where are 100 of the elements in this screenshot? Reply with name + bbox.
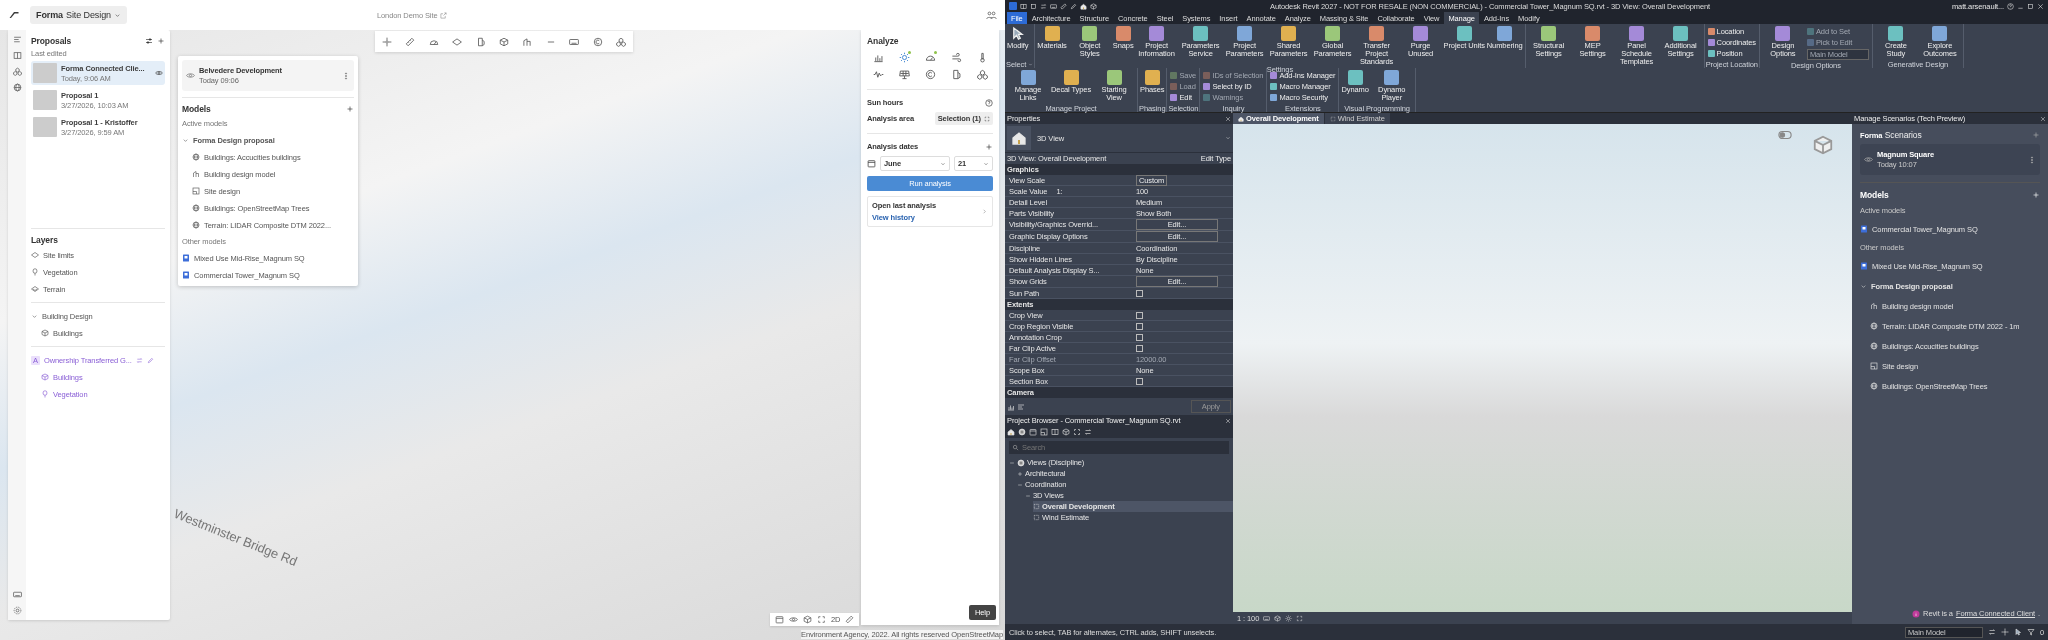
tool-icon	[1456, 26, 1472, 41]
panel-title: Analyze	[867, 36, 900, 46]
eye-icon[interactable]	[1864, 155, 1873, 164]
chevron-icon	[981, 208, 988, 215]
cluster-icon[interactable]	[616, 36, 627, 47]
tool-icon	[1106, 70, 1122, 85]
close-icon[interactable]	[1225, 417, 1231, 424]
people-icon[interactable]	[986, 9, 997, 21]
tool-icon	[1115, 26, 1131, 41]
cube-icon[interactable]	[803, 615, 812, 624]
models-heading: Models	[1860, 190, 1890, 200]
layers-icon[interactable]	[452, 36, 463, 47]
tool-icon	[1144, 70, 1160, 85]
view-cube-icon[interactable]	[1812, 134, 1834, 156]
menu-icon[interactable]	[12, 35, 22, 44]
add-icon[interactable]	[2032, 131, 2040, 139]
document-icon	[182, 271, 190, 279]
document-icon	[1860, 262, 1868, 270]
tool-icon	[1673, 26, 1689, 41]
tool-icon	[1541, 26, 1557, 41]
solar-icon	[898, 69, 910, 80]
book-icon[interactable]	[12, 51, 22, 60]
wind-icon	[950, 52, 962, 63]
checkbox[interactable]	[1135, 289, 1143, 297]
product-switcher[interactable]: Forma Site Design	[30, 6, 127, 24]
cube-icon[interactable]	[499, 36, 509, 47]
close-icon[interactable]	[2040, 115, 2046, 122]
chevron-icon	[940, 160, 946, 167]
info-icon	[1912, 609, 1921, 618]
tool-icon	[1044, 26, 1060, 41]
building-icon[interactable]	[522, 36, 533, 47]
filter-icon[interactable]	[2026, 628, 2035, 636]
tree-icon	[31, 268, 39, 276]
help-icon[interactable]	[985, 98, 993, 107]
measure-icon[interactable]	[405, 36, 416, 47]
tool-icon	[1325, 26, 1341, 41]
site-plan-icon	[192, 187, 200, 195]
close-icon[interactable]	[2037, 2, 2044, 10]
checkbox[interactable]	[1135, 377, 1143, 385]
cursor-icon	[1010, 26, 1026, 41]
add-icon[interactable]	[985, 142, 993, 151]
tool-icon	[1082, 26, 1098, 41]
house-icon	[1238, 115, 1244, 122]
diamond-icon	[31, 251, 39, 259]
edit-icon[interactable]	[146, 356, 154, 364]
building-outline-icon	[1870, 302, 1878, 310]
house-icon	[1011, 130, 1027, 146]
carbon-icon	[924, 69, 936, 80]
checkbox[interactable]	[1135, 311, 1143, 319]
chevron-icon	[113, 11, 121, 19]
cube-icon	[41, 329, 49, 337]
more-icon[interactable]	[342, 71, 350, 80]
views-icon[interactable]	[1018, 428, 1026, 436]
crop-icon[interactable]	[1296, 614, 1304, 622]
close-icon[interactable]	[1225, 115, 1231, 122]
chevron-icon[interactable]	[1860, 282, 1867, 290]
house-icon[interactable]	[1080, 2, 1087, 10]
more-icon[interactable]	[2028, 155, 2036, 164]
analysis-tool-button[interactable]	[923, 68, 937, 81]
tool-icon	[1413, 26, 1429, 41]
tool-icon	[1932, 26, 1948, 41]
globe-icon	[192, 153, 200, 161]
tool-icon	[1020, 70, 1036, 85]
sun-icon[interactable]	[1285, 614, 1293, 622]
checkbox[interactable]	[1135, 333, 1143, 341]
document-icon	[1860, 225, 1868, 233]
house-icon[interactable]	[1007, 428, 1015, 436]
dome-icon	[924, 52, 936, 63]
eye-icon[interactable]	[789, 615, 798, 624]
cluster-icon[interactable]	[12, 67, 22, 76]
filter-sliders-icon[interactable]	[145, 37, 153, 45]
checkbox[interactable]	[1135, 322, 1143, 330]
analysis-tool-button[interactable]	[871, 68, 885, 81]
maximize-icon[interactable]	[2027, 2, 2034, 10]
analysis-tool-button[interactable]	[897, 51, 911, 64]
analysis-tool-button[interactable]	[897, 68, 911, 81]
analysis-tool-button[interactable]	[975, 68, 989, 81]
tool-icon	[1629, 26, 1645, 41]
checkbox[interactable]	[1135, 344, 1143, 352]
add-icon[interactable]	[346, 105, 354, 113]
globe-icon[interactable]	[12, 83, 22, 92]
analysis-tool-button[interactable]	[949, 51, 963, 64]
map-thumbnail	[33, 90, 57, 110]
expand-icon[interactable]	[817, 615, 826, 624]
chevron-icon[interactable]	[31, 312, 38, 320]
toggle-icon[interactable]	[1778, 128, 1792, 142]
keyboard-icon[interactable]	[12, 590, 22, 599]
cluster-icon	[976, 69, 988, 80]
views-icon	[1017, 458, 1025, 467]
analysis-tool-button[interactable]	[923, 51, 937, 64]
add-icon[interactable]	[157, 37, 165, 45]
eye-icon[interactable]	[155, 69, 163, 77]
globe-icon	[192, 204, 200, 212]
chevron-icon[interactable]	[182, 136, 189, 144]
globe-icon	[1870, 322, 1878, 330]
bars-icon	[872, 52, 884, 63]
eye-icon[interactable]	[186, 71, 195, 80]
sort-icon[interactable]	[1017, 402, 1025, 411]
settings-icon[interactable]	[12, 606, 22, 615]
tool-icon	[1149, 26, 1165, 41]
